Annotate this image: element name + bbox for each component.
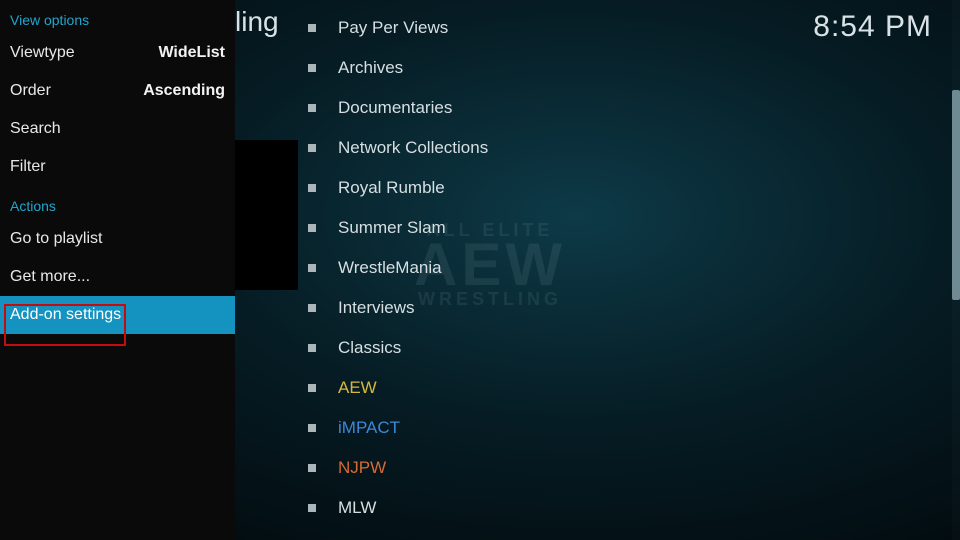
list-item[interactable]: Documentaries: [298, 88, 938, 128]
list-item-label: MLW: [338, 498, 376, 518]
bullet-icon: [308, 144, 316, 152]
get-more-label: Get more...: [10, 268, 90, 286]
list-item[interactable]: Pay Per Views: [298, 8, 938, 48]
bullet-icon: [308, 304, 316, 312]
list-item-label: Archives: [338, 58, 403, 78]
order-value: Ascending: [143, 82, 225, 100]
list-item-label: Documentaries: [338, 98, 452, 118]
list-item-label: NJPW: [338, 458, 386, 478]
list-item[interactable]: NJPW: [298, 448, 938, 488]
viewtype-label: Viewtype: [10, 44, 75, 62]
list-item[interactable]: PPW: [298, 528, 938, 540]
addon-settings-label: Add-on settings: [10, 306, 121, 324]
bullet-icon: [308, 264, 316, 272]
list-item[interactable]: Network Collections: [298, 128, 938, 168]
page-title-fragment: ling: [235, 6, 279, 38]
go-to-playlist-label: Go to playlist: [10, 230, 102, 248]
search-label: Search: [10, 120, 61, 138]
options-sidebar: View options Viewtype WideList Order Asc…: [0, 0, 235, 540]
order-label: Order: [10, 82, 51, 100]
bullet-icon: [308, 24, 316, 32]
bullet-icon: [308, 384, 316, 392]
thumbnail-placeholder: [235, 140, 298, 290]
content-list: Pay Per Views Archives Documentaries Networ…: [298, 0, 938, 540]
scrollbar-track[interactable]: [952, 0, 960, 540]
bullet-icon: [308, 224, 316, 232]
bullet-icon: [308, 464, 316, 472]
search-row[interactable]: Search: [0, 110, 235, 148]
go-to-playlist-row[interactable]: Go to playlist: [0, 220, 235, 258]
actions-header: Actions: [0, 186, 235, 220]
list-item[interactable]: AEW: [298, 368, 938, 408]
addon-settings-row[interactable]: Add-on settings: [0, 296, 235, 334]
bullet-icon: [308, 504, 316, 512]
list-item-label: AEW: [338, 378, 377, 398]
filter-row[interactable]: Filter: [0, 148, 235, 186]
list-item-label: Pay Per Views: [338, 18, 448, 38]
bullet-icon: [308, 344, 316, 352]
order-row[interactable]: Order Ascending: [0, 72, 235, 110]
bullet-icon: [308, 424, 316, 432]
list-item-label: Royal Rumble: [338, 178, 445, 198]
list-item[interactable]: Archives: [298, 48, 938, 88]
filter-label: Filter: [10, 158, 46, 176]
list-item[interactable]: WrestleMania: [298, 248, 938, 288]
bullet-icon: [308, 64, 316, 72]
list-item-label: WrestleMania: [338, 258, 442, 278]
list-item[interactable]: iMPACT: [298, 408, 938, 448]
viewtype-value: WideList: [158, 44, 225, 62]
list-item[interactable]: MLW: [298, 488, 938, 528]
list-item-label: Classics: [338, 338, 401, 358]
list-item-label: Network Collections: [338, 138, 488, 158]
scrollbar-thumb[interactable]: [952, 90, 960, 300]
list-item[interactable]: Summer Slam: [298, 208, 938, 248]
bullet-icon: [308, 104, 316, 112]
view-options-header: View options: [0, 0, 235, 34]
bullet-icon: [308, 184, 316, 192]
get-more-row[interactable]: Get more...: [0, 258, 235, 296]
list-item-label: iMPACT: [338, 418, 400, 438]
viewtype-row[interactable]: Viewtype WideList: [0, 34, 235, 72]
list-item-label: Summer Slam: [338, 218, 446, 238]
list-item[interactable]: Interviews: [298, 288, 938, 328]
list-item-label: Interviews: [338, 298, 415, 318]
list-item[interactable]: Royal Rumble: [298, 168, 938, 208]
list-item[interactable]: Classics: [298, 328, 938, 368]
